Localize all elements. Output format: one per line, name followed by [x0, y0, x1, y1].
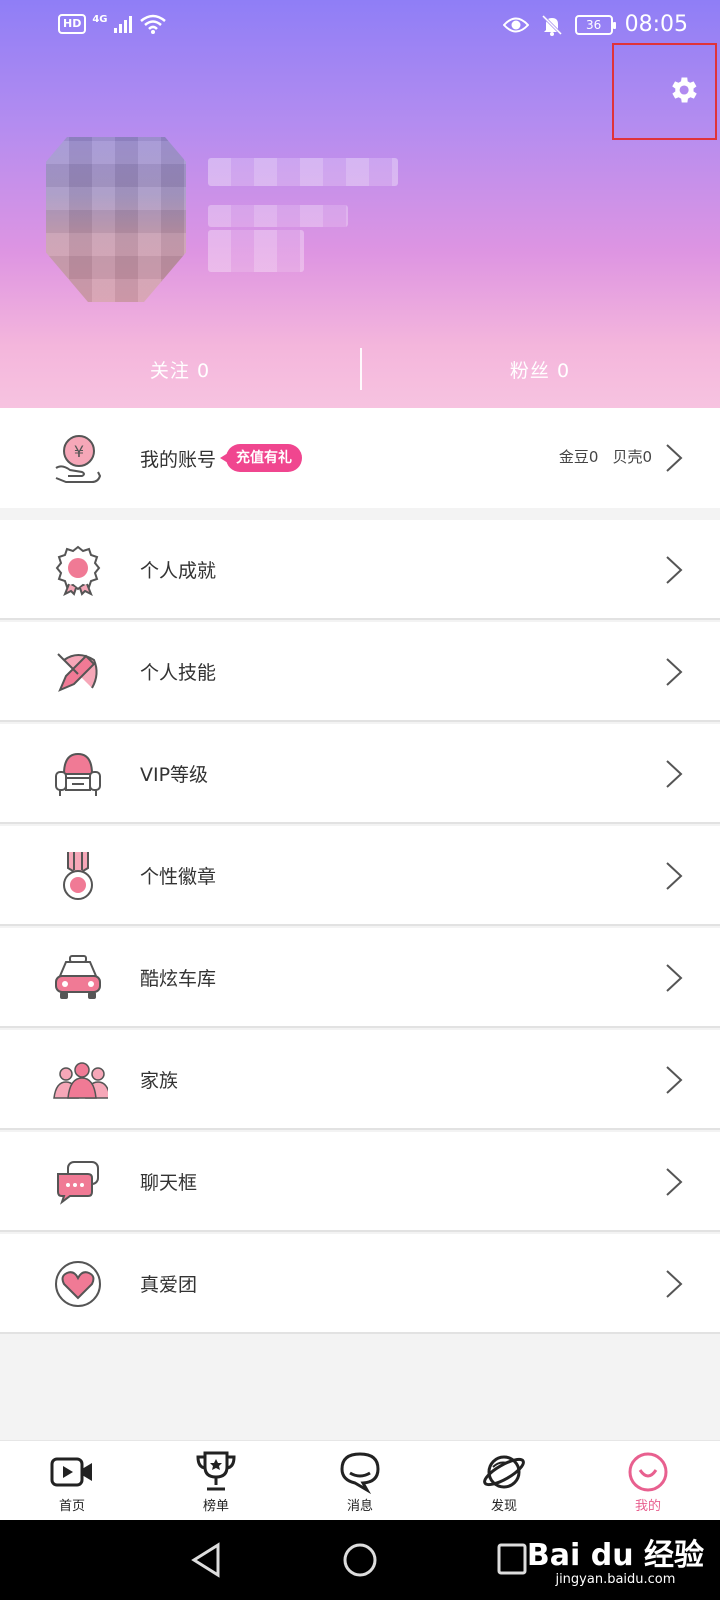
user-level-blurred	[208, 230, 304, 272]
system-navigation-bar: Bai du 经验 jingyan.baidu.com	[0, 1520, 720, 1600]
message-icon	[340, 1452, 380, 1495]
tab-home[interactable]: 首页	[0, 1441, 144, 1520]
smile-icon	[628, 1452, 668, 1492]
family-icon	[53, 1062, 108, 1099]
menu-item-skills[interactable]: 个人技能	[0, 622, 720, 722]
follow-stats-bar: 关注 0 粉丝 0	[0, 330, 720, 408]
network-label: 4G	[92, 13, 108, 25]
chevron-right-icon	[666, 1168, 683, 1196]
user-id-blurred	[208, 205, 348, 227]
menu-item-label: 酷炫车库	[140, 967, 217, 990]
money-hand-icon: ¥	[55, 435, 102, 483]
menu-item-label: 个性徽章	[140, 865, 217, 888]
recharge-gift-tag[interactable]: 充值有礼	[220, 444, 302, 472]
svg-text:¥: ¥	[74, 442, 84, 461]
tab-label: 榜单	[202, 1499, 229, 1514]
tab-label: 我的	[634, 1499, 661, 1514]
watermark: Bai du 经验 jingyan.baidu.com	[527, 1530, 704, 1587]
gear-icon[interactable]	[666, 73, 700, 107]
tab-label: 发现	[490, 1499, 517, 1514]
chevron-right-icon	[666, 658, 683, 686]
signal-icon	[113, 16, 132, 33]
avatar[interactable]	[46, 137, 186, 302]
heart-icon	[55, 1261, 101, 1307]
profile-header: HD 4G 36 08:05 关注 0 粉丝 0	[0, 0, 720, 408]
skill-pencil-icon	[57, 653, 98, 692]
menu-item-vip-level[interactable]: VIP等级	[0, 724, 720, 824]
fans-count[interactable]: 粉丝 0	[360, 330, 720, 408]
tab-label: 消息	[346, 1499, 373, 1514]
status-time: 08:05	[624, 12, 688, 37]
menu-item-label: 真爱团	[140, 1273, 198, 1296]
chevron-right-icon	[666, 556, 683, 584]
follow-divider	[360, 348, 362, 390]
my-account-label: 我的账号	[140, 448, 217, 471]
menu-item-true-love-group[interactable]: 真爱团	[0, 1234, 720, 1334]
bottom-tab-bar: 首页 榜单 消息 发现 我的	[0, 1440, 720, 1520]
tab-discover[interactable]: 发现	[432, 1441, 576, 1520]
my-account-row[interactable]: ¥ 我的账号 充值有礼 金豆0 贝壳0	[0, 408, 720, 508]
chevron-right-icon	[666, 1066, 683, 1094]
watermark-brand: Bai du 经验	[526, 1538, 704, 1573]
menu-item-garage[interactable]: 酷炫车库	[0, 928, 720, 1028]
back-icon[interactable]	[190, 1542, 222, 1578]
menu-item-label: VIP等级	[140, 763, 209, 786]
car-icon	[55, 955, 101, 999]
eye-icon	[502, 17, 529, 32]
vip-sofa-icon	[55, 752, 101, 796]
watermark-url: jingyan.baidu.com	[555, 1572, 676, 1587]
planet-icon	[483, 1455, 525, 1489]
menu-item-badges[interactable]: 个性徽章	[0, 826, 720, 926]
chevron-right-icon	[666, 444, 683, 472]
balances: 金豆0 贝壳0	[559, 446, 652, 467]
hd-badge: HD	[58, 14, 87, 34]
status-right: 36 08:05	[502, 12, 688, 37]
recents-icon[interactable]	[496, 1542, 528, 1576]
medal-icon	[63, 852, 93, 900]
battery-indicator: 36	[574, 14, 616, 35]
username-blurred	[208, 158, 398, 186]
menu-item-label: 聊天框	[140, 1171, 198, 1194]
shell-balance: 贝壳0	[612, 448, 652, 466]
chevron-right-icon	[666, 1270, 683, 1298]
menu-item-family[interactable]: 家族	[0, 1030, 720, 1130]
menu-item-label: 个人技能	[140, 661, 217, 684]
menu-item-achievements[interactable]: 个人成就	[0, 520, 720, 620]
video-camera-icon	[50, 1457, 92, 1487]
following-count[interactable]: 关注 0	[0, 330, 360, 408]
tab-mine[interactable]: 我的	[576, 1441, 720, 1520]
settings-highlight-box	[612, 43, 717, 140]
menu-item-label: 个人成就	[140, 559, 217, 582]
award-badge-icon	[55, 545, 101, 596]
menu-item-chat-frame[interactable]: 聊天框	[0, 1132, 720, 1232]
home-circle-icon[interactable]	[342, 1542, 378, 1578]
bell-muted-icon	[541, 14, 562, 36]
menu-item-label: 家族	[140, 1069, 179, 1092]
status-left: HD 4G	[58, 14, 166, 34]
tab-ranking[interactable]: 榜单	[144, 1441, 288, 1520]
gold-bean-balance: 金豆0	[558, 448, 599, 466]
chevron-right-icon	[666, 964, 683, 992]
tab-messages[interactable]: 消息	[288, 1441, 432, 1520]
chevron-right-icon	[666, 862, 683, 890]
chevron-right-icon	[666, 760, 683, 788]
wifi-icon	[139, 14, 166, 34]
tab-label: 首页	[58, 1499, 85, 1514]
trophy-icon	[196, 1451, 236, 1491]
chat-bubble-icon	[57, 1161, 99, 1205]
